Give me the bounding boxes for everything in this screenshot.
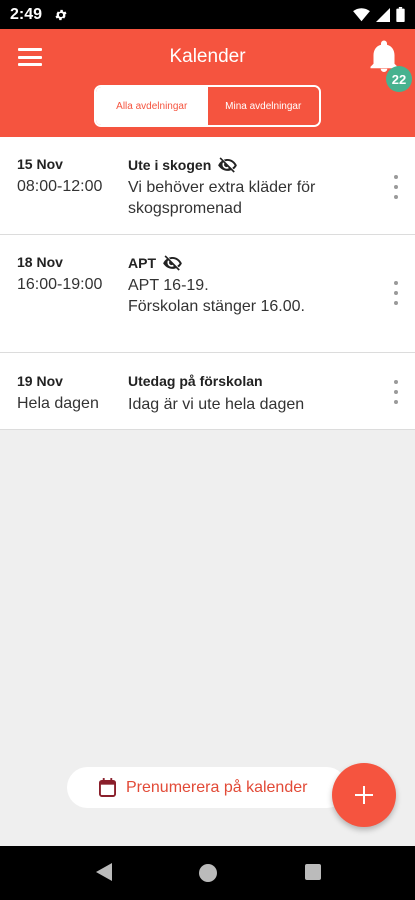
tab-my-departments[interactable]: Mina avdelningar — [207, 87, 319, 125]
dot-icon — [394, 281, 398, 285]
dot-icon — [394, 390, 398, 394]
event-description: APT 16-19. Förskolan stänger 16.00. — [128, 275, 368, 317]
tab-all-departments[interactable]: Alla avdelningar — [96, 87, 208, 125]
signal-icon — [376, 7, 390, 22]
plus-icon — [355, 786, 373, 804]
event-date: 15 Nov — [17, 156, 63, 172]
event-title: Utedag på förskolan — [128, 373, 263, 389]
recents-icon[interactable] — [305, 864, 321, 880]
dot-icon — [394, 195, 398, 199]
status-time: 2:49 — [10, 5, 43, 23]
system-nav-bar — [0, 846, 415, 900]
event-title: Ute i skogen — [128, 156, 238, 173]
dot-icon — [394, 185, 398, 189]
dot-icon — [394, 380, 398, 384]
event-row[interactable]: 15 Nov 08:00-12:00 Ute i skogen Vi behöv… — [0, 137, 415, 235]
event-title-text: Utedag på förskolan — [128, 373, 263, 389]
more-options-button[interactable] — [388, 175, 404, 199]
department-toggle: Alla avdelningar Mina avdelningar — [94, 85, 321, 127]
event-time: Hela dagen — [17, 395, 99, 412]
add-event-button[interactable] — [332, 763, 396, 827]
event-list: 15 Nov 08:00-12:00 Ute i skogen Vi behöv… — [0, 137, 415, 430]
dot-icon — [394, 175, 398, 179]
wifi-icon — [353, 7, 370, 21]
event-description-line: APT 16-19. — [128, 277, 209, 294]
more-options-button[interactable] — [388, 281, 404, 305]
page-title: Kalender — [169, 46, 246, 67]
eye-off-icon — [218, 157, 238, 173]
event-title: APT — [128, 254, 183, 271]
subscribe-calendar-button[interactable]: Prenumerera på kalender — [67, 767, 347, 808]
notification-badge[interactable]: 22 — [386, 66, 412, 92]
eye-off-icon — [163, 255, 182, 271]
gear-icon — [55, 9, 67, 20]
event-title-text: Ute i skogen — [128, 156, 212, 173]
calendar-icon — [99, 778, 116, 797]
event-title-text: APT — [128, 254, 156, 271]
more-options-button[interactable] — [388, 380, 404, 404]
event-time: 08:00-12:00 — [17, 178, 103, 195]
event-date: 18 Nov — [17, 254, 63, 270]
battery-icon — [396, 7, 405, 22]
home-icon[interactable] — [199, 864, 217, 882]
dot-icon — [394, 291, 398, 295]
event-date: 19 Nov — [17, 373, 63, 389]
event-description: Vi behöver extra kläder för skogspromena… — [128, 179, 316, 217]
event-row[interactable]: 19 Nov Hela dagen Utedag på förskolan Id… — [0, 353, 415, 430]
app-header: Kalender 22 Alla avdelningar Mina avdeln… — [0, 29, 415, 137]
back-icon[interactable] — [96, 863, 112, 881]
subscribe-label: Prenumerera på kalender — [126, 778, 308, 796]
dot-icon — [394, 301, 398, 305]
event-description-line: Förskolan stänger 16.00. — [128, 298, 305, 315]
event-row[interactable]: 18 Nov 16:00-19:00 APT APT 16-19. Försko… — [0, 235, 415, 353]
dot-icon — [394, 400, 398, 404]
event-description: Idag är vi ute hela dagen — [128, 396, 305, 413]
status-bar: 2:49 — [0, 0, 415, 29]
event-time: 16:00-19:00 — [17, 276, 103, 293]
